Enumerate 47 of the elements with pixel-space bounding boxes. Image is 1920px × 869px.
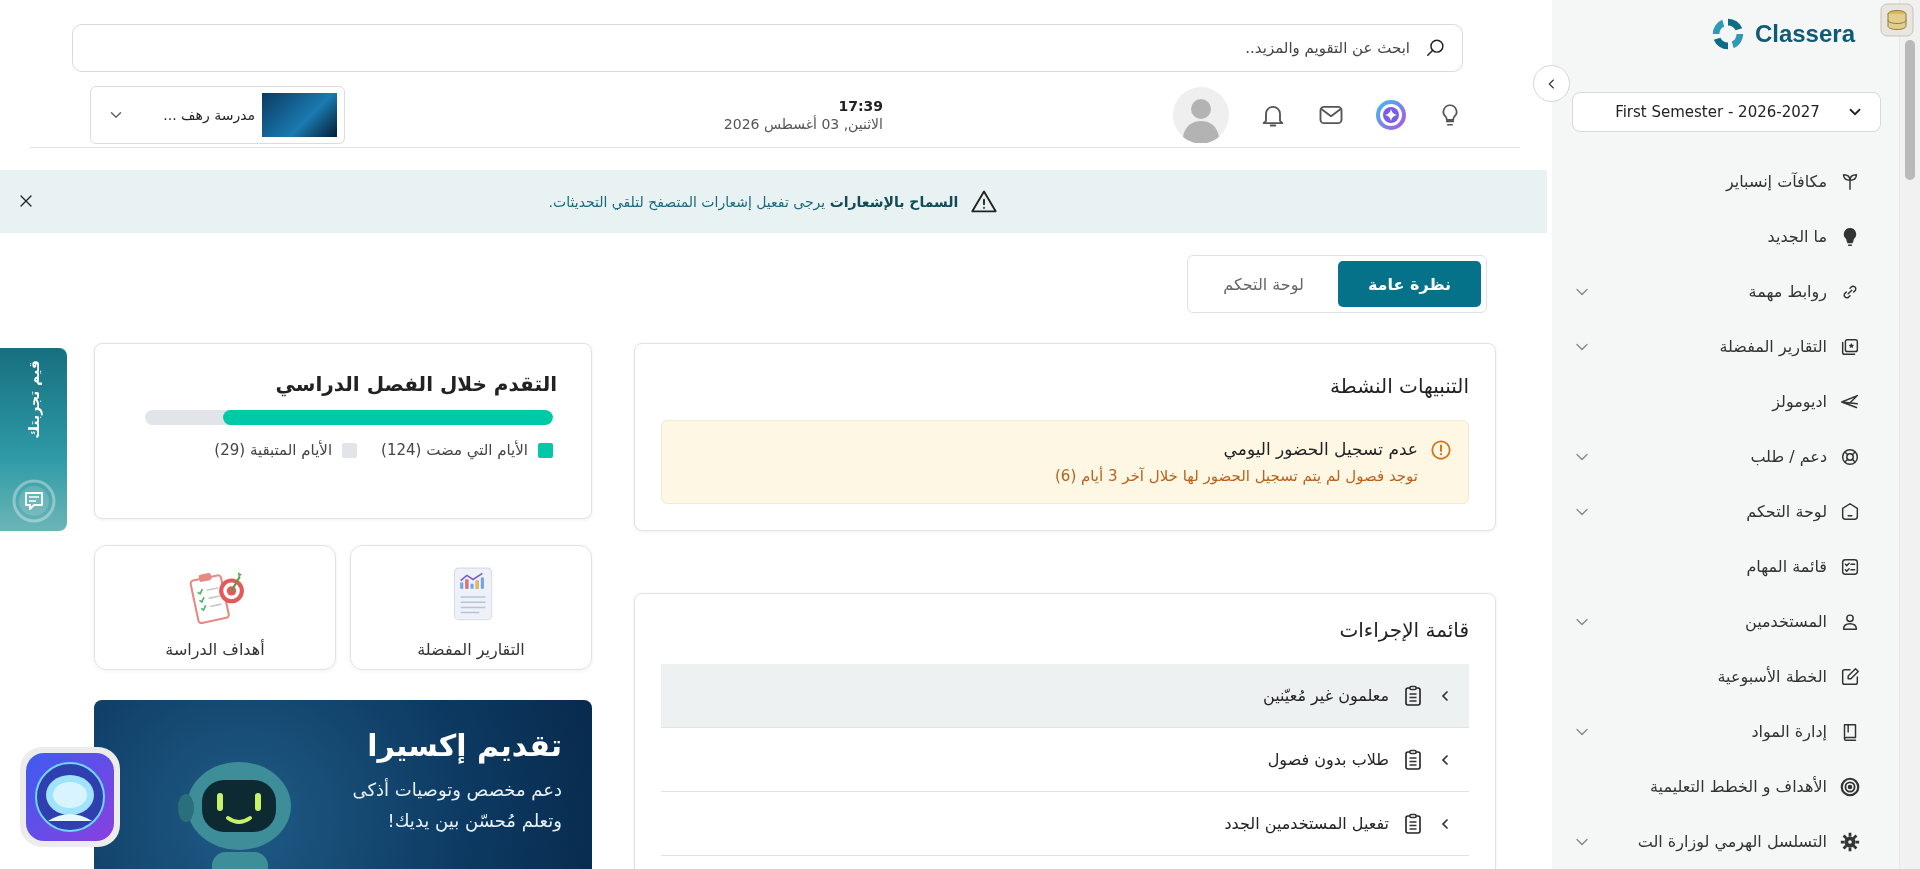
- ai-sparkle-icon[interactable]: [1375, 99, 1407, 131]
- chat-bubble-icon: [11, 479, 56, 523]
- action-item[interactable]: معلمون غير مُعيّنين: [661, 664, 1469, 728]
- date-text: الاثنين, 03 أغسطس 2026: [723, 116, 883, 132]
- promo-title: تقديم إكسيرا: [366, 728, 562, 763]
- sidebar-item[interactable]: مكافآت إنسباير: [1552, 154, 1899, 209]
- alert-title: عدم تسجيل الحضور اليومي: [1222, 439, 1418, 459]
- action-item[interactable]: طلاب بدون فصول: [661, 728, 1469, 792]
- legend-label: الأيام التي مضت (124): [381, 441, 528, 459]
- sidebar-item[interactable]: التسلسل الهرمي لوزارة الت: [1552, 814, 1899, 869]
- card-title: قائمة الإجراءات: [1338, 618, 1469, 642]
- sidebar-item[interactable]: إدارة المواد: [1552, 704, 1899, 759]
- search-field[interactable]: ابحث عن التقويم والمزيد..: [72, 24, 1463, 72]
- sidebar-item[interactable]: التقارير المفضلة: [1552, 319, 1899, 374]
- edit-icon: [1839, 665, 1861, 688]
- sidebar-item[interactable]: الخطة الأسبوعية: [1552, 649, 1899, 704]
- semester-select[interactable]: First Semester - 2026-2027: [1572, 92, 1881, 132]
- action-item[interactable]: تفعيل المستخدمين الجدد: [661, 792, 1469, 856]
- settings-icon: [1839, 830, 1861, 853]
- card-title: التقدم خلال الفصل الدراسي: [274, 372, 557, 396]
- sidebar-item[interactable]: اديومولز: [1552, 374, 1899, 429]
- sidebar-item[interactable]: روابط مهمة: [1552, 264, 1899, 319]
- assistant-app-icon[interactable]: [18, 745, 122, 849]
- legend-label: الأيام المتبقية (29): [214, 441, 333, 459]
- feedback-tab[interactable]: قيم تجربتك: [0, 348, 67, 531]
- tab[interactable]: نظرة عامة: [1337, 261, 1481, 307]
- logo-text: Classera: [1754, 19, 1855, 48]
- banner-message: السماح بالإشعارات يرجى تفعيل إشعارات المتصفح لتلقي التحديثات.: [548, 193, 959, 210]
- sidebar-item[interactable]: دعم / طلب: [1552, 429, 1899, 484]
- search-icon: [1425, 37, 1447, 59]
- sidebar-item[interactable]: الأهداف و الخطط التعليمية: [1552, 759, 1899, 814]
- sidebar-item[interactable]: قائمة المهام: [1552, 539, 1899, 594]
- card-title: التنبيهات النشطة: [1329, 374, 1469, 398]
- sidebar-item[interactable]: لوحة التحكم: [1552, 484, 1899, 539]
- school-select[interactable]: مدرسة رهف ...: [90, 86, 345, 144]
- target-icon: [1839, 775, 1861, 798]
- shortcut-tile[interactable]: أهداف الدراسة: [94, 545, 336, 670]
- shortcut-tile[interactable]: التقارير المفضلة: [350, 545, 592, 670]
- sidebar-item[interactable]: المستخدمين: [1552, 594, 1899, 649]
- database-icon[interactable]: [1877, 0, 1917, 40]
- scrollbar[interactable]: [1900, 0, 1920, 869]
- alert-message: توجد فصول لم يتم تسجيل الحضور لها خلال آخر 3 أيام (6): [1054, 467, 1418, 485]
- clock-time: 17:39: [837, 98, 883, 114]
- sidebar-item[interactable]: ما الجديد: [1552, 209, 1899, 264]
- alert-icon: [1430, 439, 1452, 461]
- promo-text: دعم مخصص وتوصيات أذكى وتعلم مُحسّن بين يديك!: [352, 777, 562, 834]
- home-shape-icon: [1839, 500, 1861, 523]
